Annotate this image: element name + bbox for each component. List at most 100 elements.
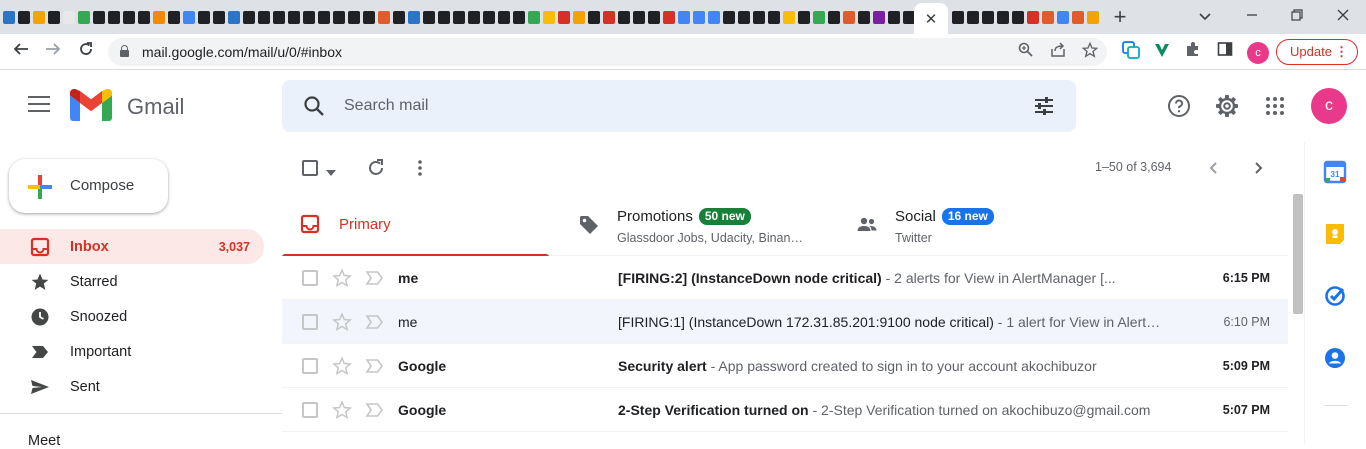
star-outline-icon[interactable] [332,268,352,288]
account-avatar[interactable]: c [1311,88,1347,124]
tab-favicon-icon[interactable] [183,10,195,24]
tab-favicon-icon[interactable] [798,10,810,24]
vpn-extension-icon[interactable] [1151,41,1173,63]
row-checkbox[interactable] [302,358,318,374]
tab-favicon-icon[interactable] [558,10,570,24]
tab-favicon-icon[interactable] [648,10,660,24]
contacts-icon[interactable] [1323,346,1347,370]
tab-favicon-icon[interactable] [483,10,495,24]
extensions-puzzle-icon[interactable] [1182,41,1204,63]
important-marker-icon[interactable] [365,357,385,375]
tab-favicon-icon[interactable] [828,10,840,24]
email-row[interactable]: Google Security alert - App password cre… [282,344,1288,388]
tab-favicon-icon[interactable] [967,10,979,24]
select-all-checkbox[interactable] [302,160,318,176]
tab-search-icon[interactable] [1193,5,1217,27]
tab-favicon-icon[interactable] [453,10,465,24]
settings-gear-icon[interactable] [1215,94,1239,118]
tab-favicon-icon[interactable] [288,10,300,24]
more-options-icon[interactable] [410,158,430,178]
lock-icon[interactable] [120,45,129,57]
tab-favicon-icon[interactable] [393,10,405,24]
tab-favicon-icon[interactable] [678,10,690,24]
tab-favicon-icon[interactable] [723,10,735,24]
tab-favicon-icon[interactable] [423,10,435,24]
important-marker-icon[interactable] [365,269,385,287]
tab-favicon-icon[interactable] [573,10,585,24]
calendar-icon[interactable]: 31 [1323,160,1347,184]
tab-favicon-icon[interactable] [708,10,720,24]
tab-favicon-icon[interactable] [768,10,780,24]
url-text[interactable]: mail.google.com/mail/u/0/#inbox [142,44,342,60]
tab-favicon-icon[interactable] [198,10,210,24]
keep-notes-icon[interactable] [1323,222,1347,246]
tab-favicon-icon[interactable] [663,10,675,24]
tab-favicon-icon[interactable] [243,10,255,24]
tab-favicon-icon[interactable] [693,10,705,24]
gmail-wordmark[interactable]: Gmail [127,94,184,120]
tab-favicon-icon[interactable] [318,10,330,24]
tab-favicon-icon[interactable] [588,10,600,24]
tab-favicon-icon[interactable] [888,10,900,24]
star-outline-icon[interactable] [332,356,352,376]
browser-update-button[interactable]: Update ⋮ [1276,39,1358,65]
tab-favicon-icon[interactable] [3,10,15,24]
gmail-logo-icon[interactable] [70,88,112,121]
tab-favicon-icon[interactable] [738,10,750,24]
search-icon[interactable] [302,94,326,118]
main-menu-icon[interactable] [28,96,50,114]
tab-favicon-icon[interactable] [48,10,60,24]
email-row[interactable]: me [FIRING:1] (InstanceDown 172.31.85.20… [282,300,1288,344]
tab-favicon-icon[interactable] [258,10,270,24]
important-marker-icon[interactable] [365,401,385,419]
row-checkbox[interactable] [302,402,318,418]
tab-favicon-icon[interactable] [543,10,555,24]
newer-chevron-left-icon[interactable] [1204,158,1224,178]
minimize-icon[interactable] [1240,5,1264,27]
tab-favicon-icon[interactable] [33,10,45,24]
tab-favicon-icon[interactable] [858,10,870,24]
search-options-icon[interactable] [1032,94,1056,118]
tab-favicon-icon[interactable] [1012,10,1024,24]
sidebar-item-inbox[interactable]: Inbox 3,037 [0,229,264,264]
tab-favicon-icon[interactable] [78,10,90,24]
tab-favicon-icon[interactable] [997,10,1009,24]
background-tabs-right[interactable] [952,8,1102,26]
tab-favicon-icon[interactable] [123,10,135,24]
tab-favicon-icon[interactable] [498,10,510,24]
tab-favicon-icon[interactable] [333,10,345,24]
tab-promotions[interactable]: Promotions 50 new Glassdoor Jobs, Udacity… [560,194,827,256]
tab-favicon-icon[interactable] [468,10,480,24]
close-tab-icon[interactable]: ✕ [925,10,938,28]
tab-social[interactable]: Social 16 new Twitter [838,194,1105,256]
tasks-icon[interactable] [1323,284,1347,308]
address-bar[interactable]: mail.google.com/mail/u/0/#inbox [108,38,1107,66]
share-icon[interactable] [1048,42,1068,62]
new-tab-button[interactable]: + [1108,4,1132,30]
mail-list-scrollbar[interactable] [1293,194,1303,314]
tab-favicon-icon[interactable] [153,10,165,24]
more-menu-icon[interactable]: ⋮ [1335,40,1348,64]
restore-icon[interactable] [1285,5,1309,27]
tab-favicon-icon[interactable] [1057,10,1069,24]
tab-favicon-icon[interactable] [63,10,75,24]
tab-favicon-icon[interactable] [1042,10,1054,24]
tab-favicon-icon[interactable] [18,10,30,24]
compose-button[interactable]: Compose [9,159,168,213]
tab-favicon-icon[interactable] [213,10,225,24]
row-checkbox[interactable] [302,270,318,286]
tab-primary[interactable]: Primary [282,194,549,257]
tab-favicon-icon[interactable] [378,10,390,24]
tab-favicon-icon[interactable] [982,10,994,24]
back-icon[interactable] [9,40,33,64]
sidebar-item-sent[interactable]: Sent [0,369,264,404]
tab-favicon-icon[interactable] [618,10,630,24]
sidebar-item-snoozed[interactable]: Snoozed [0,299,264,334]
tab-favicon-icon[interactable] [513,10,525,24]
bookmark-star-icon[interactable] [1080,41,1100,62]
email-row[interactable]: Google 2-Step Verification turned on - 2… [282,388,1288,432]
sidebar-item-important[interactable]: Important [0,334,264,369]
browser-profile-avatar[interactable]: c [1247,42,1269,64]
tab-favicon-icon[interactable] [783,10,795,24]
close-window-icon[interactable] [1331,5,1355,27]
